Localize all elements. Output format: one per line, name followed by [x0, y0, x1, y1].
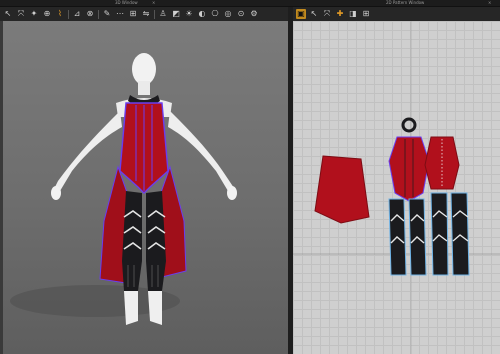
avatar-neck: [138, 81, 150, 95]
fold-icon[interactable]: ⌇: [55, 9, 65, 19]
grid-icon[interactable]: ⊞: [361, 9, 371, 19]
tack-icon[interactable]: ⊕: [42, 9, 52, 19]
avatar-scene: [10, 53, 237, 325]
2d-pattern-viewport[interactable]: [293, 21, 500, 354]
3d-viewport-edge: [0, 21, 3, 354]
pattern-legging-3: [430, 192, 449, 276]
avatar-right-arm: [168, 111, 236, 191]
pattern-collar: [401, 117, 417, 133]
close-icon[interactable]: ×: [488, 0, 491, 6]
right-hand: [227, 186, 237, 200]
pin-icon[interactable]: ✦: [29, 9, 39, 19]
render-icon[interactable]: ◐: [197, 9, 207, 19]
toolbar-divider: [98, 9, 99, 19]
3d-toolbar: ↖ ⤧ ✦ ⊕ ⌇ ⊿ ⊗ ✎ ⋯ ⊞ ⇋ ♙ ◩ ☀ ◐ ⎔ ◎ ⊙ ⚙: [0, 7, 288, 21]
2d-toolbar: ▣ ↖ ⤧ ✚ ◨ ⊞: [293, 7, 500, 21]
toolbar-divider: [68, 9, 69, 19]
grid-icon[interactable]: ⊞: [128, 9, 138, 19]
texture-icon[interactable]: ◩: [171, 9, 181, 19]
brush-icon[interactable]: ✎: [102, 9, 112, 19]
segment-icon[interactable]: ⤧: [322, 9, 332, 19]
close-icon[interactable]: ×: [152, 0, 155, 6]
layout-icon[interactable]: ◨: [348, 9, 358, 19]
right-foot: [148, 291, 162, 325]
xray-icon[interactable]: ◎: [223, 9, 233, 19]
clo3d-app: 3D Window × 2D Pattern Window × ↖ ⤧ ✦ ⊕ …: [0, 0, 500, 354]
left-hand: [51, 186, 61, 200]
2d-window-title: 2D Pattern Window: [386, 0, 425, 5]
pattern-legging-4: [450, 192, 470, 276]
camera-icon[interactable]: ⎔: [210, 9, 220, 19]
tape-icon[interactable]: ⊗: [85, 9, 95, 19]
pattern-bodice-front: [388, 136, 430, 202]
select-icon[interactable]: ▣: [296, 9, 306, 19]
color-icon[interactable]: ✚: [335, 9, 345, 19]
avatar-icon[interactable]: ♙: [158, 9, 168, 19]
toolbar-divider: [154, 9, 155, 19]
settings-icon[interactable]: ⚙: [249, 9, 259, 19]
stitch-icon[interactable]: ⋯: [115, 9, 125, 19]
transform-icon[interactable]: ⤧: [16, 9, 26, 19]
avatar-head: [132, 53, 156, 85]
select-icon[interactable]: ↖: [3, 9, 13, 19]
avatar-left-arm: [52, 111, 122, 193]
3d-viewport[interactable]: [0, 21, 288, 354]
transform-icon[interactable]: ↖: [309, 9, 319, 19]
window-title-bar: 3D Window × 2D Pattern Window ×: [0, 0, 500, 7]
left-foot: [124, 291, 138, 325]
skin-icon[interactable]: ⊙: [236, 9, 246, 19]
light-icon[interactable]: ☀: [184, 9, 194, 19]
pattern-cape: [314, 155, 370, 224]
measure-icon[interactable]: ⊿: [72, 9, 82, 19]
pattern-pieces: [293, 21, 500, 354]
3d-window-title: 3D Window: [115, 0, 138, 5]
symmetry-icon[interactable]: ⇋: [141, 9, 151, 19]
